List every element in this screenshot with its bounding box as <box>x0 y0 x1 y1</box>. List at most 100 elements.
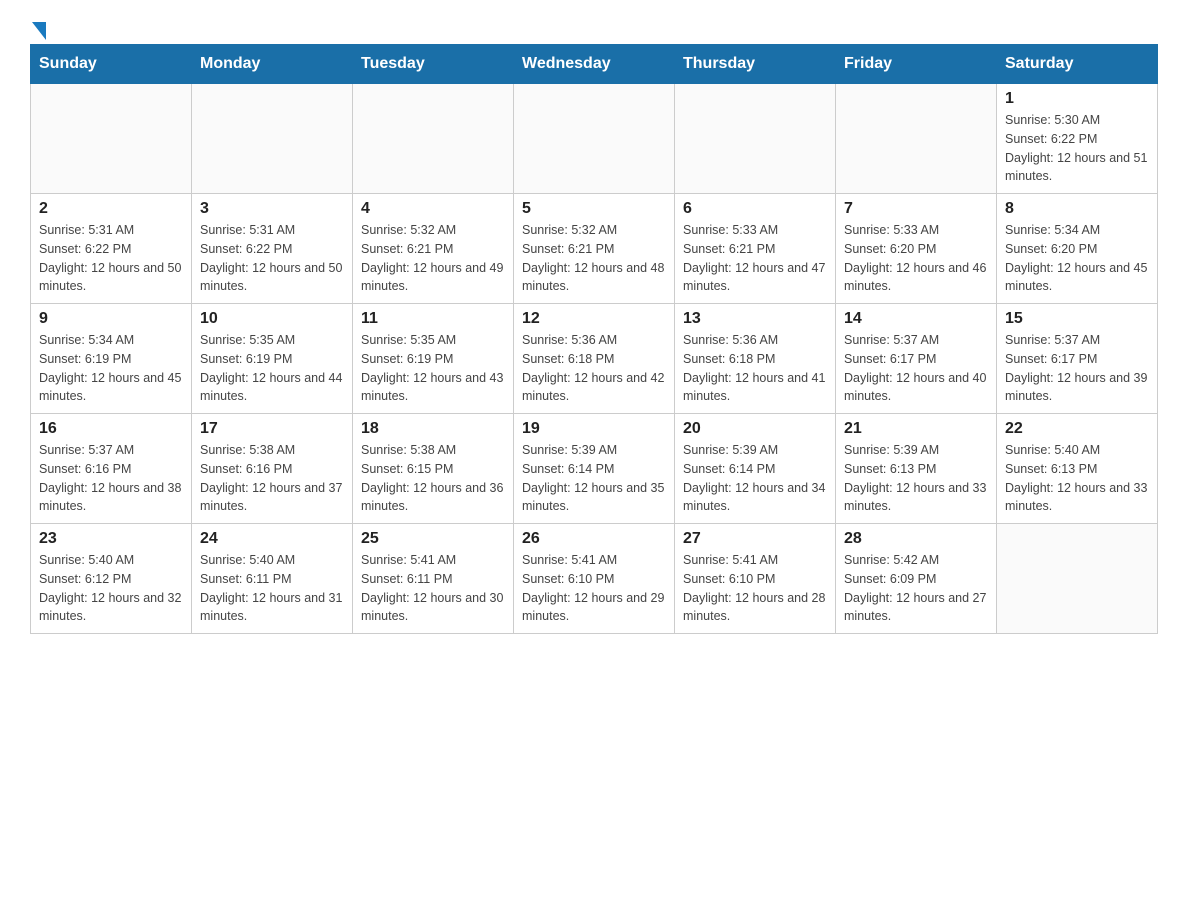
day-number: 27 <box>683 530 827 548</box>
header-monday: Monday <box>192 45 353 84</box>
day-info: Sunrise: 5:30 AMSunset: 6:22 PMDaylight:… <box>1005 111 1149 186</box>
day-number: 9 <box>39 310 183 328</box>
day-number: 17 <box>200 420 344 438</box>
day-number: 4 <box>361 200 505 218</box>
day-number: 21 <box>844 420 988 438</box>
day-number: 14 <box>844 310 988 328</box>
calendar-header-row: SundayMondayTuesdayWednesdayThursdayFrid… <box>31 45 1158 84</box>
day-info: Sunrise: 5:36 AMSunset: 6:18 PMDaylight:… <box>683 331 827 406</box>
day-number: 13 <box>683 310 827 328</box>
day-number: 2 <box>39 200 183 218</box>
calendar-cell: 19 Sunrise: 5:39 AMSunset: 6:14 PMDayligh… <box>514 414 675 524</box>
calendar-cell <box>675 84 836 194</box>
day-info: Sunrise: 5:37 AMSunset: 6:17 PMDaylight:… <box>844 331 988 406</box>
calendar-cell: 6 Sunrise: 5:33 AMSunset: 6:21 PMDaylight… <box>675 194 836 304</box>
day-number: 11 <box>361 310 505 328</box>
day-info: Sunrise: 5:42 AMSunset: 6:09 PMDaylight:… <box>844 551 988 626</box>
calendar-week-5: 23 Sunrise: 5:40 AMSunset: 6:12 PMDayligh… <box>31 524 1158 634</box>
day-info: Sunrise: 5:39 AMSunset: 6:14 PMDaylight:… <box>522 441 666 516</box>
day-info: Sunrise: 5:35 AMSunset: 6:19 PMDaylight:… <box>361 331 505 406</box>
day-info: Sunrise: 5:41 AMSunset: 6:10 PMDaylight:… <box>522 551 666 626</box>
day-number: 28 <box>844 530 988 548</box>
day-info: Sunrise: 5:34 AMSunset: 6:19 PMDaylight:… <box>39 331 183 406</box>
calendar-cell <box>31 84 192 194</box>
day-info: Sunrise: 5:33 AMSunset: 6:21 PMDaylight:… <box>683 221 827 296</box>
day-number: 6 <box>683 200 827 218</box>
calendar-cell: 3Sunrise: 5:31 AMSunset: 6:22 PMDaylight… <box>192 194 353 304</box>
calendar-cell: 14 Sunrise: 5:37 AMSunset: 6:17 PMDayligh… <box>836 304 997 414</box>
calendar-cell: 8 Sunrise: 5:34 AMSunset: 6:20 PMDaylight… <box>997 194 1158 304</box>
calendar-cell: 11 Sunrise: 5:35 AMSunset: 6:19 PMDayligh… <box>353 304 514 414</box>
day-number: 12 <box>522 310 666 328</box>
day-number: 5 <box>522 200 666 218</box>
day-number: 16 <box>39 420 183 438</box>
calendar-cell: 7Sunrise: 5:33 AMSunset: 6:20 PMDaylight… <box>836 194 997 304</box>
calendar-cell: 15 Sunrise: 5:37 AMSunset: 6:17 PMDayligh… <box>997 304 1158 414</box>
day-number: 23 <box>39 530 183 548</box>
calendar-cell: 13 Sunrise: 5:36 AMSunset: 6:18 PMDayligh… <box>675 304 836 414</box>
calendar-cell <box>836 84 997 194</box>
calendar-cell: 5 Sunrise: 5:32 AMSunset: 6:21 PMDaylight… <box>514 194 675 304</box>
calendar-cell: 23 Sunrise: 5:40 AMSunset: 6:12 PMDayligh… <box>31 524 192 634</box>
day-info: Sunrise: 5:40 AMSunset: 6:11 PMDaylight:… <box>200 551 344 626</box>
calendar-week-1: 1 Sunrise: 5:30 AMSunset: 6:22 PMDaylight… <box>31 84 1158 194</box>
calendar-cell <box>353 84 514 194</box>
day-number: 25 <box>361 530 505 548</box>
page-header <box>30 20 1158 34</box>
day-number: 1 <box>1005 90 1149 108</box>
day-number: 10 <box>200 310 344 328</box>
day-info: Sunrise: 5:41 AMSunset: 6:11 PMDaylight:… <box>361 551 505 626</box>
day-info: Sunrise: 5:37 AMSunset: 6:17 PMDaylight:… <box>1005 331 1149 406</box>
day-info: Sunrise: 5:35 AMSunset: 6:19 PMDaylight:… <box>200 331 344 406</box>
day-number: 24 <box>200 530 344 548</box>
calendar-cell: 4 Sunrise: 5:32 AMSunset: 6:21 PMDaylight… <box>353 194 514 304</box>
day-number: 20 <box>683 420 827 438</box>
calendar-cell: 24 Sunrise: 5:40 AMSunset: 6:11 PMDayligh… <box>192 524 353 634</box>
calendar-cell: 1 Sunrise: 5:30 AMSunset: 6:22 PMDaylight… <box>997 84 1158 194</box>
day-number: 7 <box>844 200 988 218</box>
calendar-cell: 18 Sunrise: 5:38 AMSunset: 6:15 PMDayligh… <box>353 414 514 524</box>
day-number: 8 <box>1005 200 1149 218</box>
day-number: 18 <box>361 420 505 438</box>
header-sunday: Sunday <box>31 45 192 84</box>
calendar-cell: 17 Sunrise: 5:38 AMSunset: 6:16 PMDayligh… <box>192 414 353 524</box>
day-info: Sunrise: 5:38 AMSunset: 6:16 PMDaylight:… <box>200 441 344 516</box>
calendar-cell: 2 Sunrise: 5:31 AMSunset: 6:22 PMDaylight… <box>31 194 192 304</box>
day-info: Sunrise: 5:39 AMSunset: 6:13 PMDaylight:… <box>844 441 988 516</box>
calendar-cell <box>997 524 1158 634</box>
calendar-week-4: 16 Sunrise: 5:37 AMSunset: 6:16 PMDayligh… <box>31 414 1158 524</box>
calendar-cell: 21 Sunrise: 5:39 AMSunset: 6:13 PMDayligh… <box>836 414 997 524</box>
day-info: Sunrise: 5:38 AMSunset: 6:15 PMDaylight:… <box>361 441 505 516</box>
calendar-cell: 27 Sunrise: 5:41 AMSunset: 6:10 PMDayligh… <box>675 524 836 634</box>
day-info: Sunrise: 5:41 AMSunset: 6:10 PMDaylight:… <box>683 551 827 626</box>
day-number: 15 <box>1005 310 1149 328</box>
day-number: 19 <box>522 420 666 438</box>
calendar-cell: 9 Sunrise: 5:34 AMSunset: 6:19 PMDaylight… <box>31 304 192 414</box>
day-info: Sunrise: 5:40 AMSunset: 6:13 PMDaylight:… <box>1005 441 1149 516</box>
day-number: 26 <box>522 530 666 548</box>
day-info: Sunrise: 5:34 AMSunset: 6:20 PMDaylight:… <box>1005 221 1149 296</box>
calendar-week-2: 2 Sunrise: 5:31 AMSunset: 6:22 PMDaylight… <box>31 194 1158 304</box>
day-info: Sunrise: 5:39 AMSunset: 6:14 PMDaylight:… <box>683 441 827 516</box>
day-info: Sunrise: 5:40 AMSunset: 6:12 PMDaylight:… <box>39 551 183 626</box>
day-info: Sunrise: 5:36 AMSunset: 6:18 PMDaylight:… <box>522 331 666 406</box>
header-friday: Friday <box>836 45 997 84</box>
day-info: Sunrise: 5:37 AMSunset: 6:16 PMDaylight:… <box>39 441 183 516</box>
calendar-cell: 16 Sunrise: 5:37 AMSunset: 6:16 PMDayligh… <box>31 414 192 524</box>
header-tuesday: Tuesday <box>353 45 514 84</box>
calendar-table: SundayMondayTuesdayWednesdayThursdayFrid… <box>30 44 1158 634</box>
calendar-cell <box>192 84 353 194</box>
calendar-week-3: 9 Sunrise: 5:34 AMSunset: 6:19 PMDaylight… <box>31 304 1158 414</box>
logo-arrow-icon <box>32 22 46 40</box>
day-info: Sunrise: 5:31 AMSunset: 6:22 PMDaylight:… <box>39 221 183 296</box>
calendar-cell <box>514 84 675 194</box>
day-info: Sunrise: 5:32 AMSunset: 6:21 PMDaylight:… <box>522 221 666 296</box>
calendar-cell: 10 Sunrise: 5:35 AMSunset: 6:19 PMDayligh… <box>192 304 353 414</box>
day-info: Sunrise: 5:32 AMSunset: 6:21 PMDaylight:… <box>361 221 505 296</box>
header-wednesday: Wednesday <box>514 45 675 84</box>
calendar-cell: 22Sunrise: 5:40 AMSunset: 6:13 PMDayligh… <box>997 414 1158 524</box>
calendar-cell: 25 Sunrise: 5:41 AMSunset: 6:11 PMDayligh… <box>353 524 514 634</box>
calendar-cell: 28 Sunrise: 5:42 AMSunset: 6:09 PMDayligh… <box>836 524 997 634</box>
calendar-cell: 20 Sunrise: 5:39 AMSunset: 6:14 PMDayligh… <box>675 414 836 524</box>
calendar-cell: 26 Sunrise: 5:41 AMSunset: 6:10 PMDayligh… <box>514 524 675 634</box>
